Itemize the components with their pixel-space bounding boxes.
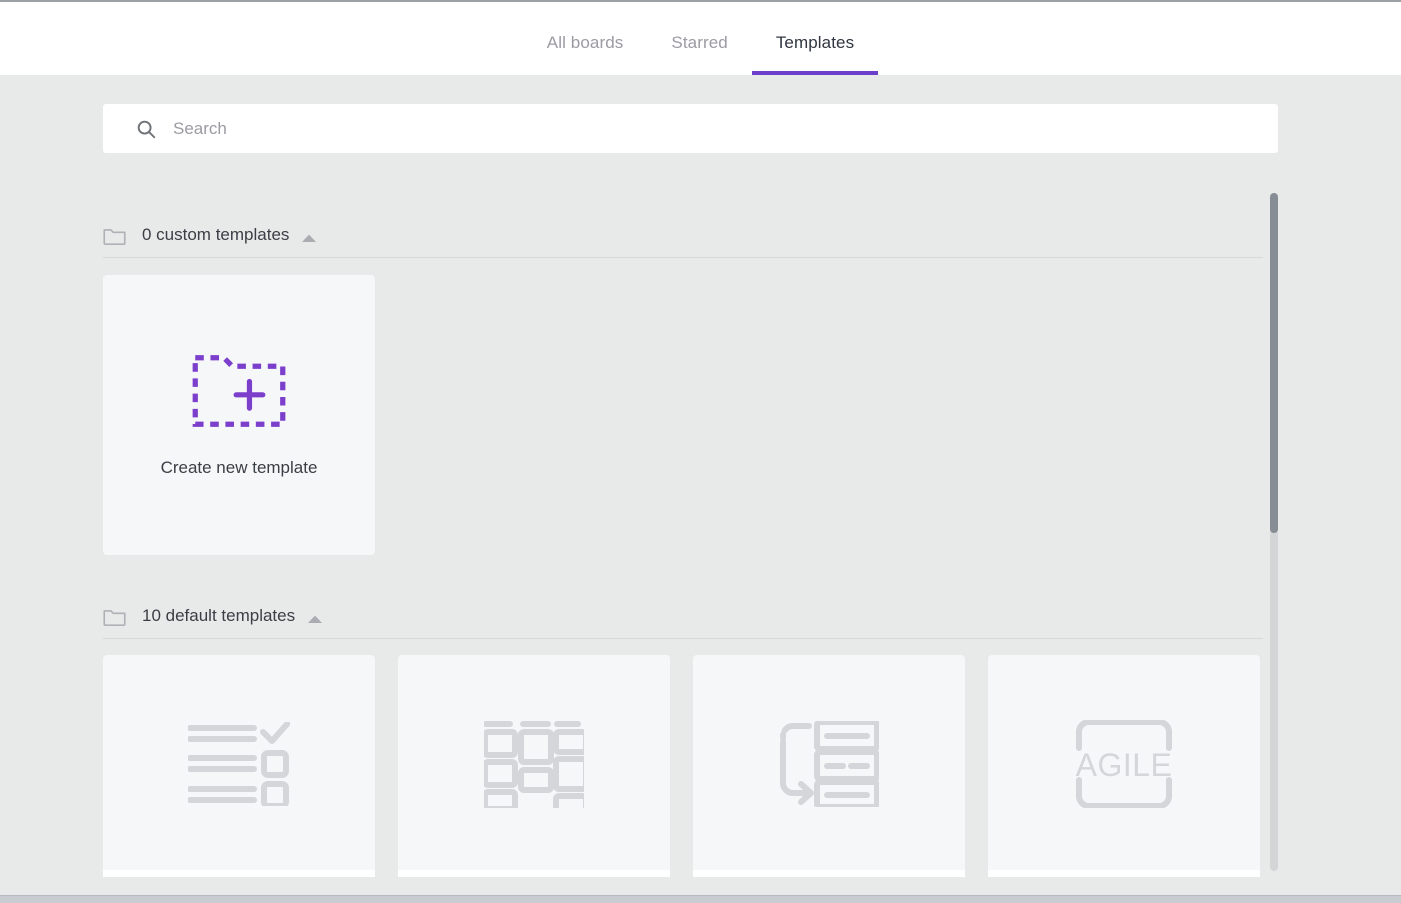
- card-footer-strip: [103, 870, 375, 877]
- folder-icon: [103, 226, 126, 245]
- section-custom-templates-header[interactable]: 0 custom templates: [103, 215, 317, 255]
- tab-starred-label: Starred: [671, 33, 728, 52]
- app-header: All boards Starred Templates: [0, 0, 1401, 75]
- create-new-template-label: Create new template: [160, 458, 318, 477]
- bottom-bar: [0, 895, 1401, 903]
- template-card-checklist[interactable]: [103, 655, 375, 877]
- section-custom-templates-title: 0 custom templates: [142, 225, 290, 244]
- tab-bar: All boards Starred Templates: [0, 2, 1401, 75]
- tab-templates[interactable]: Templates: [751, 33, 879, 75]
- checklist-icon: [187, 719, 291, 811]
- template-card-kanban[interactable]: [398, 655, 670, 877]
- tab-all-boards[interactable]: All boards: [523, 34, 648, 75]
- search-icon: [135, 118, 157, 140]
- templates-content-area: 0 custom templates Create new template: [0, 75, 1401, 895]
- folder-icon: [103, 607, 126, 626]
- section-custom-templates: 0 custom templates: [103, 215, 1263, 258]
- card-footer-strip: [693, 870, 965, 877]
- template-card-agile[interactable]: AGILE: [988, 655, 1260, 877]
- workflow-rows-icon: [779, 718, 880, 812]
- folder-plus-dashed-icon: [191, 352, 287, 430]
- tab-templates-label: Templates: [775, 33, 855, 52]
- kanban-board-icon: [482, 720, 589, 819]
- custom-templates-grid: Create new template: [103, 275, 375, 555]
- tab-starred[interactable]: Starred: [647, 34, 751, 75]
- create-new-template-card[interactable]: Create new template: [103, 275, 375, 555]
- card-footer-strip: [398, 870, 670, 877]
- section-default-templates-header[interactable]: 10 default templates: [103, 596, 323, 636]
- section-divider: [103, 638, 1263, 639]
- vertical-scrollbar-thumb[interactable]: [1270, 193, 1278, 533]
- search-bar[interactable]: [103, 104, 1278, 153]
- template-card-workflow[interactable]: [693, 655, 965, 877]
- section-divider: [103, 257, 1263, 258]
- search-input[interactable]: [173, 104, 1278, 153]
- vertical-scrollbar-track[interactable]: [1270, 193, 1278, 871]
- tab-all-boards-label: All boards: [546, 33, 624, 52]
- chevron-up-icon[interactable]: [301, 230, 317, 242]
- chevron-up-icon[interactable]: [307, 611, 323, 623]
- agile-label: AGILE: [1076, 747, 1173, 783]
- default-templates-grid: AGILE: [103, 655, 1260, 877]
- section-default-templates: 10 default templates: [103, 596, 1263, 639]
- section-default-templates-title: 10 default templates: [142, 606, 296, 625]
- card-footer-strip: [988, 870, 1260, 877]
- agile-text-icon: AGILE: [1074, 718, 1174, 813]
